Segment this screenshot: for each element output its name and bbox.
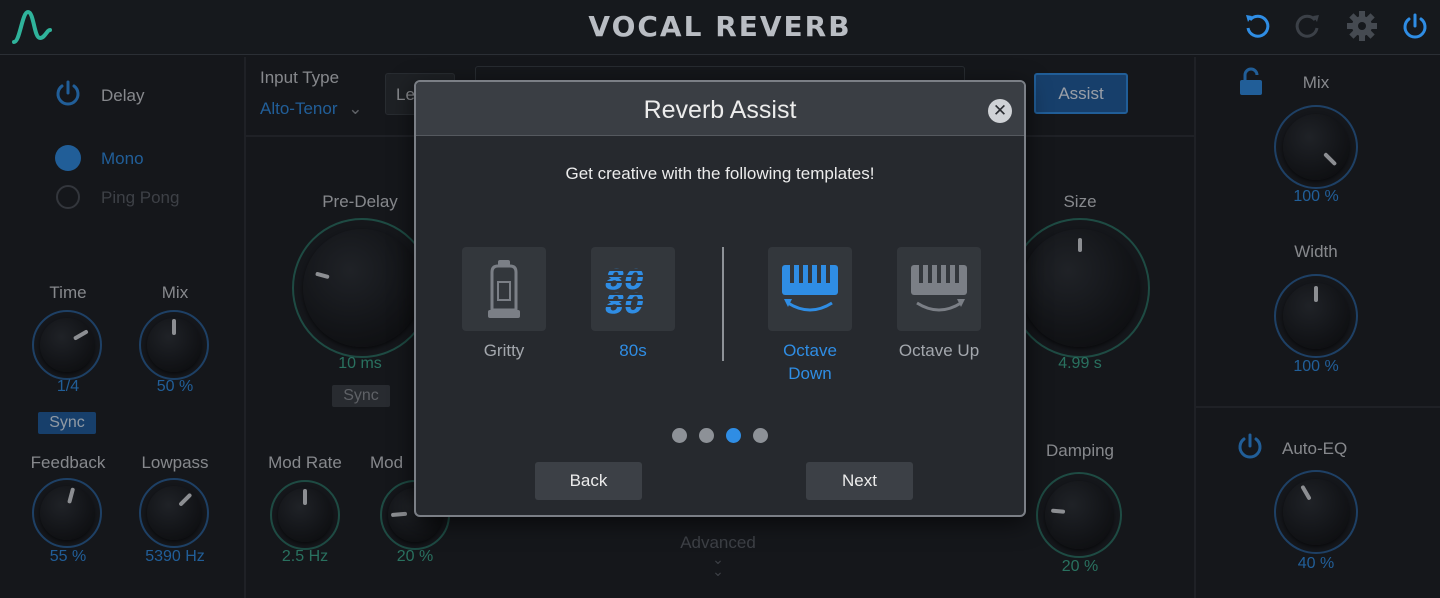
template-80s[interactable]: 80 80 80s [591,247,675,362]
template-gritty-label: Gritty [483,341,525,360]
back-button[interactable]: Back [535,462,642,500]
power-icon[interactable] [1400,12,1430,42]
template-octave-down[interactable]: Octave Down [768,247,852,385]
template-octave-down-label: Octave Down [783,341,837,383]
next-button[interactable]: Next [806,462,913,500]
template-80s-label: 80s [619,341,647,360]
template-octave-up-label: Octave Up [898,341,980,360]
undo-icon[interactable] [1243,12,1271,40]
reverb-assist-dialog: Reverb Assist ✕ Get creative with the fo… [414,80,1026,517]
page-dot[interactable] [699,428,714,443]
template-divider [722,247,724,361]
dialog-subtitle: Get creative with the following template… [565,164,875,183]
template-gritty[interactable]: Gritty [462,247,546,362]
tube-icon [462,247,546,331]
template-octave-up[interactable]: Octave Up [897,247,981,362]
settings-icon[interactable] [1346,10,1378,42]
header-bar: VOCAL REVERB [0,0,1440,55]
close-icon[interactable]: ✕ [988,99,1012,123]
page-dot[interactable] [753,428,768,443]
app-title: VOCAL REVERB [588,10,852,43]
redo-icon[interactable] [1294,12,1322,40]
page-dot[interactable] [672,428,687,443]
dialog-header: Reverb Assist ✕ [416,82,1024,136]
dialog-title: Reverb Assist [643,96,797,124]
keyboard-down-icon [768,247,852,331]
eighties-icon: 80 80 [591,247,675,331]
keyboard-up-icon [897,247,981,331]
page-dot-active[interactable] [726,428,741,443]
